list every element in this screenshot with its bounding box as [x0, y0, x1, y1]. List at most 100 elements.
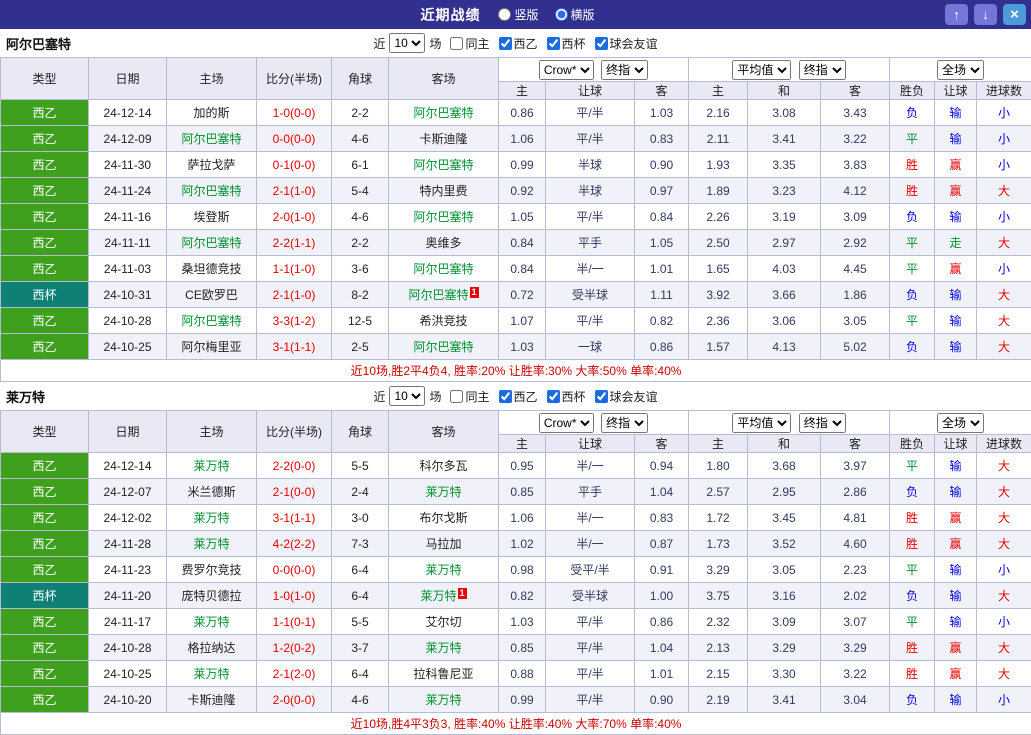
score-cell[interactable]: 4-2(2-2)	[257, 531, 332, 557]
home-team-cell[interactable]: 莱万特	[167, 453, 257, 479]
home-team-cell[interactable]: 莱万特	[167, 505, 257, 531]
average-select[interactable]: 平均值	[732, 413, 791, 433]
odds-stage-select[interactable]: 终指	[601, 60, 648, 80]
home-team-cell[interactable]: 卡斯迪隆	[167, 687, 257, 713]
home-team-cell[interactable]: 阿尔巴塞特	[167, 126, 257, 152]
move-down-button[interactable]: ↓	[974, 4, 997, 25]
same-home-checkbox[interactable]	[450, 390, 463, 403]
home-team-cell[interactable]: 莱万特	[167, 661, 257, 687]
odds-stage-select[interactable]: 终指	[601, 413, 648, 433]
league-option[interactable]: 西乙	[494, 388, 538, 405]
move-up-button[interactable]: ↑	[945, 4, 968, 25]
score-cell[interactable]: 2-1(2-0)	[257, 661, 332, 687]
cup-option[interactable]: 西杯	[542, 35, 586, 52]
close-button[interactable]: ×	[1003, 4, 1026, 25]
horizontal-view-option[interactable]: 横版	[555, 6, 595, 23]
bookmaker-select[interactable]: Crow*	[539, 60, 594, 80]
score-cell[interactable]: 1-0(0-0)	[257, 100, 332, 126]
league-checkbox[interactable]	[499, 37, 512, 50]
score-cell[interactable]: 2-2(1-1)	[257, 230, 332, 256]
away-team-cell[interactable]: 拉科鲁尼亚	[389, 661, 499, 687]
recent-count-select[interactable]: 10	[389, 33, 425, 53]
scope-select[interactable]: 全场	[937, 60, 984, 80]
home-team-cell[interactable]: 庞特贝德拉	[167, 583, 257, 609]
away-team-cell[interactable]: 阿尔巴塞特	[389, 100, 499, 126]
away-team-cell[interactable]: 奥维多	[389, 230, 499, 256]
vertical-view-option[interactable]: 竖版	[498, 6, 538, 23]
score-cell[interactable]: 1-1(0-1)	[257, 609, 332, 635]
away-team-cell[interactable]: 莱万特	[389, 687, 499, 713]
friendly-option[interactable]: 球会友谊	[590, 388, 658, 405]
away-team-cell[interactable]: 莱万特	[389, 635, 499, 661]
same-home-checkbox[interactable]	[450, 37, 463, 50]
away-team-cell[interactable]: 特内里费	[389, 178, 499, 204]
result-cell: 负	[890, 687, 935, 713]
score-cell[interactable]: 2-0(0-0)	[257, 687, 332, 713]
home-team-cell[interactable]: 萨拉戈萨	[167, 152, 257, 178]
cup-checkbox[interactable]	[547, 37, 560, 50]
away-team-cell[interactable]: 卡斯迪隆	[389, 126, 499, 152]
home-team-cell[interactable]: 阿尔巴塞特	[167, 178, 257, 204]
home-team-cell[interactable]: 阿尔巴塞特	[167, 308, 257, 334]
away-team-cell[interactable]: 阿尔巴塞特	[389, 204, 499, 230]
away-team-cell[interactable]: 阿尔巴塞特	[389, 334, 499, 360]
score-cell[interactable]: 3-3(1-2)	[257, 308, 332, 334]
home-team-cell[interactable]: 埃登斯	[167, 204, 257, 230]
score-cell[interactable]: 2-1(1-0)	[257, 282, 332, 308]
away-team-cell[interactable]: 阿尔巴塞特	[389, 152, 499, 178]
home-team-cell[interactable]: CE欧罗巴	[167, 282, 257, 308]
league-checkbox[interactable]	[499, 390, 512, 403]
friendly-checkbox[interactable]	[595, 390, 608, 403]
same-home-option[interactable]: 同主	[445, 388, 489, 405]
home-team-cell[interactable]: 格拉纳达	[167, 635, 257, 661]
score-cell[interactable]: 2-1(0-0)	[257, 479, 332, 505]
home-team-cell[interactable]: 加的斯	[167, 100, 257, 126]
score-cell[interactable]: 1-2(0-2)	[257, 635, 332, 661]
away-team-cell[interactable]: 希洪竞技	[389, 308, 499, 334]
score-cell[interactable]: 2-2(0-0)	[257, 453, 332, 479]
away-team-cell[interactable]: 阿尔巴塞特1	[389, 282, 499, 308]
same-home-option[interactable]: 同主	[445, 35, 489, 52]
away-team-cell[interactable]: 莱万特	[389, 557, 499, 583]
score-cell[interactable]: 2-1(1-0)	[257, 178, 332, 204]
home-team-cell[interactable]: 费罗尔竞技	[167, 557, 257, 583]
odds-cell: 3.92	[689, 282, 748, 308]
panel-title: 近期战绩	[420, 5, 480, 25]
score-cell[interactable]: 3-1(1-1)	[257, 505, 332, 531]
league-option[interactable]: 西乙	[494, 35, 538, 52]
score-cell[interactable]: 0-1(0-0)	[257, 152, 332, 178]
away-team-cell[interactable]: 艾尔切	[389, 609, 499, 635]
away-team-cell[interactable]: 科尔多瓦	[389, 453, 499, 479]
cup-checkbox[interactable]	[547, 390, 560, 403]
vertical-view-radio[interactable]	[498, 8, 511, 21]
friendly-option[interactable]: 球会友谊	[590, 35, 658, 52]
home-team-cell[interactable]: 莱万特	[167, 531, 257, 557]
home-team-cell[interactable]: 莱万特	[167, 609, 257, 635]
score-cell[interactable]: 2-0(1-0)	[257, 204, 332, 230]
away-team-cell[interactable]: 马拉加	[389, 531, 499, 557]
odds-cell: 2.16	[689, 100, 748, 126]
score-cell[interactable]: 3-1(1-1)	[257, 334, 332, 360]
home-team-cell[interactable]: 阿尔梅里亚	[167, 334, 257, 360]
home-team-cell[interactable]: 阿尔巴塞特	[167, 230, 257, 256]
score-cell[interactable]: 1-0(1-0)	[257, 583, 332, 609]
score-cell[interactable]: 0-0(0-0)	[257, 557, 332, 583]
away-team-cell[interactable]: 莱万特	[389, 479, 499, 505]
cup-option[interactable]: 西杯	[542, 388, 586, 405]
friendly-checkbox[interactable]	[595, 37, 608, 50]
horizontal-view-radio[interactable]	[555, 8, 568, 21]
away-team-cell[interactable]: 布尔戈斯	[389, 505, 499, 531]
away-team-cell[interactable]: 莱万特1	[389, 583, 499, 609]
average-select[interactable]: 平均值	[732, 60, 791, 80]
odds-cell: 0.90	[635, 687, 689, 713]
score-cell[interactable]: 1-1(1-0)	[257, 256, 332, 282]
away-team-cell[interactable]: 阿尔巴塞特	[389, 256, 499, 282]
average-stage-select[interactable]: 终指	[799, 60, 846, 80]
recent-count-select[interactable]: 10	[389, 386, 425, 406]
home-team-cell[interactable]: 桑坦德竞技	[167, 256, 257, 282]
scope-select[interactable]: 全场	[937, 413, 984, 433]
average-stage-select[interactable]: 终指	[799, 413, 846, 433]
score-cell[interactable]: 0-0(0-0)	[257, 126, 332, 152]
bookmaker-select[interactable]: Crow*	[539, 413, 594, 433]
home-team-cell[interactable]: 米兰德斯	[167, 479, 257, 505]
